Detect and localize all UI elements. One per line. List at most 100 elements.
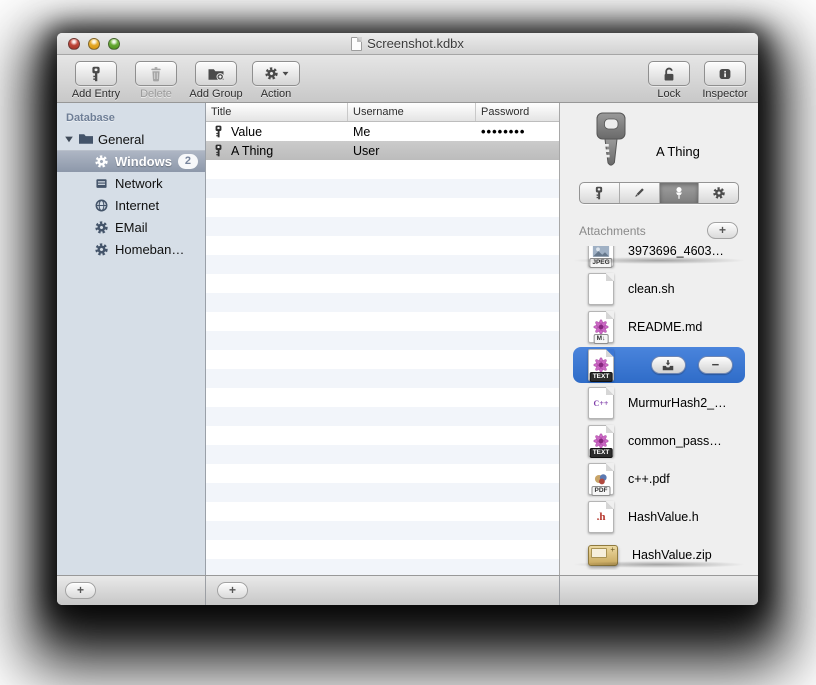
group-sidebar: Database General Windows 2 Network Inter… <box>57 103 206 575</box>
add-group-button[interactable]: Add Group <box>187 61 245 102</box>
title-bar[interactable]: Screenshot.kdbx <box>57 33 758 55</box>
key-icon <box>592 186 606 200</box>
delete-button[interactable]: Delete <box>133 61 179 102</box>
attachment-row[interactable]: TEXT common_pass… <box>560 422 758 460</box>
entry-username: Me <box>353 124 371 139</box>
key-icon <box>88 66 104 82</box>
pencil-icon <box>632 186 646 200</box>
app-window: Screenshot.kdbx Add Entry Delete Add Gro… <box>57 33 758 605</box>
gear-icon <box>712 186 726 200</box>
window-title-text: Screenshot.kdbx <box>367 36 464 51</box>
sidebar-item-general[interactable]: General <box>57 128 205 150</box>
attachment-name: HashValue.h <box>628 510 699 524</box>
gear-icon <box>94 242 109 257</box>
chevron-down-icon <box>282 70 289 77</box>
pdf-file-icon: PDF <box>588 463 614 496</box>
empty-rows-area <box>206 160 559 575</box>
disclosure-triangle-icon[interactable] <box>64 134 74 144</box>
markdown-file-icon: M↓ <box>588 311 614 344</box>
sidebar-item-label: Network <box>115 175 163 191</box>
action-button[interactable]: Action <box>252 61 300 102</box>
table-header: Title Username Password <box>206 103 559 122</box>
sidebar-item-email[interactable]: EMail <box>57 216 205 238</box>
column-header-password[interactable]: Password <box>476 103 559 121</box>
attachment-row[interactable]: M↓ README.md <box>560 308 758 346</box>
entry-table: Title Username Password Value Me •••••••… <box>206 103 560 575</box>
table-row[interactable]: Value Me •••••••• <box>206 122 559 141</box>
add-entry-footer-button[interactable]: + <box>217 582 248 599</box>
delete-label: Delete <box>140 88 172 100</box>
attachments-label: Attachments <box>579 223 646 238</box>
window-title: Screenshot.kdbx <box>351 36 464 51</box>
gear-icon <box>264 66 279 81</box>
attachment-row[interactable]: clean.sh <box>560 270 758 308</box>
minus-icon: − <box>711 357 720 372</box>
remove-attachment-button[interactable]: − <box>697 356 733 374</box>
folder-icon <box>78 132 94 146</box>
key-icon <box>212 125 225 138</box>
sidebar-item-windows[interactable]: Windows 2 <box>57 150 205 172</box>
shell-file-icon <box>588 273 614 305</box>
attachment-name: LI… <box>626 358 627 372</box>
inspector-label: Inspector <box>702 88 748 100</box>
window-controls <box>68 38 120 50</box>
column-header-title[interactable]: Title <box>206 103 348 121</box>
column-header-username[interactable]: Username <box>348 103 476 121</box>
add-attachment-button[interactable]: + <box>707 222 738 239</box>
tab-notes[interactable] <box>620 183 660 203</box>
header-file-icon: .h <box>588 501 614 533</box>
attachment-name: common_pass… <box>628 434 722 448</box>
entry-count-badge: 2 <box>177 154 198 169</box>
attachment-row-selected[interactable]: TEXT LI… − <box>573 347 745 383</box>
attachment-name: c++.pdf <box>628 472 670 486</box>
info-icon <box>717 66 733 82</box>
save-tray-icon <box>661 359 675 372</box>
tab-general[interactable] <box>580 183 620 203</box>
add-entry-label: Add Entry <box>71 88 121 100</box>
attachment-row[interactable]: PDF c++.pdf <box>560 460 758 498</box>
gear-icon <box>94 220 109 235</box>
desktop-background: { "window": { "title": "Screenshot.kdbx"… <box>0 0 816 685</box>
sidebar-item-label: General <box>98 131 145 147</box>
inspector-button[interactable]: Inspector <box>702 61 748 102</box>
sidebar-item-network[interactable]: Network <box>57 172 205 194</box>
sidebar-item-label: Internet <box>115 197 160 213</box>
trash-icon <box>148 66 164 82</box>
sidebar-section-header: Database <box>66 112 115 124</box>
sidebar-item-internet[interactable]: Internet <box>57 194 205 216</box>
table-row-selected[interactable]: A Thing User <box>206 141 559 160</box>
minimize-button[interactable] <box>88 38 100 50</box>
add-entry-button[interactable]: Add Entry <box>67 61 125 102</box>
attachment-row[interactable]: .h HashValue.h <box>560 498 758 536</box>
inspector-entry-title: A Thing <box>656 144 700 159</box>
sidebar-item-label: Windows <box>115 154 172 169</box>
inspector-tab-bar <box>579 182 739 204</box>
add-group-footer-button[interactable]: + <box>65 582 96 599</box>
sidebar-item-label: EMail <box>115 219 148 235</box>
sidebar-item-homebanking[interactable]: Homeban… <box>57 238 205 260</box>
tab-settings[interactable] <box>699 183 738 203</box>
cpp-file-icon: C++ <box>588 387 614 419</box>
tab-attachments[interactable] <box>659 183 700 203</box>
entry-username: User <box>353 143 380 158</box>
attachment-row[interactable]: C++ MurmurHash2_… <box>560 384 758 422</box>
scroll-edge-shadow <box>574 257 744 264</box>
entry-key-icon <box>591 112 631 170</box>
lock-button[interactable]: Lock <box>646 61 692 102</box>
server-icon <box>94 176 109 191</box>
entry-title: Value <box>231 124 263 139</box>
close-button[interactable] <box>68 38 80 50</box>
save-attachment-button[interactable] <box>650 356 686 374</box>
document-icon <box>351 36 363 51</box>
add-group-label: Add Group <box>189 88 243 100</box>
attachment-name: clean.sh <box>628 282 675 296</box>
bottom-bar: + + <box>57 575 758 605</box>
action-label: Action <box>260 88 292 100</box>
entry-title: A Thing <box>231 143 274 158</box>
zoom-button[interactable] <box>108 38 120 50</box>
attachment-name: README.md <box>628 320 703 334</box>
inspector-panel: A Thing Attachments + 3973696_4603… clea… <box>560 103 758 575</box>
scroll-edge-shadow <box>574 561 744 568</box>
attachment-name: HashValue.zip <box>632 548 712 562</box>
lock-label: Lock <box>657 88 681 100</box>
